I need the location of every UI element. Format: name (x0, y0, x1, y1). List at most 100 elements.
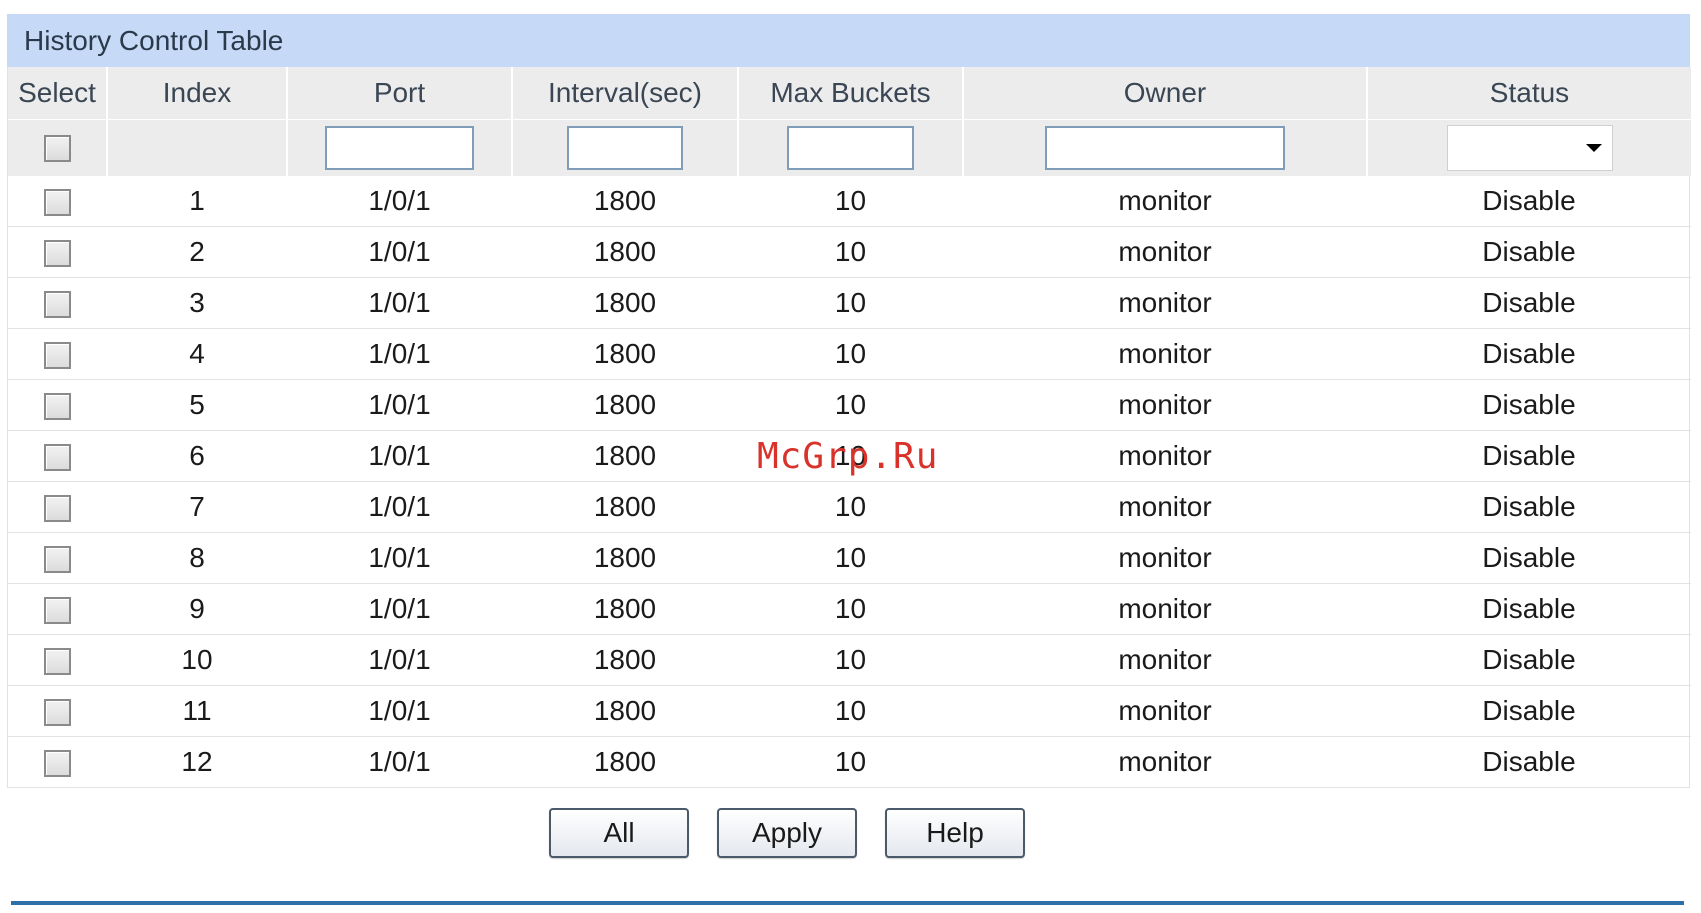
history-control-table: Select Index Port Interval(sec) Max Buck… (8, 67, 1691, 787)
row-select-cell (8, 430, 107, 482)
table-row: 12 1/0/1 1800 10 monitor Disable (8, 737, 1691, 788)
row-port: 1/0/1 (287, 583, 512, 635)
row-owner: monitor (963, 481, 1367, 533)
table-row: 3 1/0/1 1800 10 monitor Disable (8, 277, 1691, 329)
status-select[interactable] (1446, 125, 1613, 171)
row-select-cell (8, 685, 107, 737)
column-header-index: Index (107, 67, 288, 120)
row-interval: 1800 (512, 328, 738, 380)
row-checkbox[interactable] (44, 597, 71, 625)
row-checkbox[interactable] (44, 189, 71, 217)
row-checkbox[interactable] (44, 291, 71, 319)
port-input[interactable] (325, 126, 474, 170)
row-port: 1/0/1 (368, 746, 431, 777)
row-select-cell (8, 737, 107, 788)
row-owner: monitor (963, 379, 1367, 431)
status-filter-cell (1367, 119, 1691, 176)
row-checkbox[interactable] (44, 648, 71, 676)
table-row: 7 1/0/1 1800 10 monitor Disable (8, 481, 1691, 533)
row-select-cell (8, 481, 107, 533)
table-row: 10 1/0/1 1800 10 monitor Disable (8, 634, 1691, 686)
row-max-buckets: 10 (738, 226, 963, 278)
row-index: 3 (107, 277, 287, 329)
row-index: 7 (107, 481, 287, 533)
row-owner: monitor (963, 277, 1367, 329)
row-interval: 1800 (512, 379, 738, 431)
row-max-buckets: 10 (738, 532, 963, 584)
row-port: 1/0/1 (287, 277, 512, 329)
row-index: 8 (107, 532, 287, 584)
index-filter-cell (107, 119, 288, 176)
column-header-max-buckets: Max Buckets (738, 67, 964, 120)
chevron-down-icon (1585, 144, 1602, 152)
filter-row (8, 119, 1691, 176)
row-select-cell (8, 634, 107, 686)
row-interval: 1800 (512, 430, 738, 482)
row-select-cell (8, 583, 107, 635)
row-interval: 1800 (512, 532, 738, 584)
row-checkbox[interactable] (44, 240, 71, 268)
max-buckets-input[interactable] (787, 126, 914, 170)
row-owner: monitor (963, 226, 1367, 278)
row-port: 1/0/1 (287, 176, 512, 227)
row-owner: monitor (963, 328, 1367, 380)
row-index: 6 (107, 430, 287, 482)
owner-input[interactable] (1045, 126, 1285, 170)
table-row: 4 1/0/1 1800 10 monitor Disable (8, 328, 1691, 380)
row-status: Disable (1367, 583, 1691, 635)
row-checkbox[interactable] (44, 393, 71, 421)
owner-filter-cell (963, 119, 1368, 176)
port-filter-cell (287, 119, 513, 176)
row-checkbox[interactable] (44, 546, 71, 574)
row-select-cell (8, 379, 107, 431)
interval-filter-cell (512, 119, 739, 176)
row-interval: 1800 (512, 481, 738, 533)
row-index: 10 (107, 634, 287, 686)
all-button[interactable]: All (549, 808, 689, 858)
row-select-cell (8, 176, 107, 227)
interval-input[interactable] (567, 126, 683, 170)
column-header-port: Port (287, 67, 513, 120)
row-max-buckets: 10 (738, 685, 963, 737)
row-checkbox[interactable] (44, 342, 71, 370)
select-all-checkbox[interactable] (43, 134, 71, 162)
row-port: 1/0/1 (287, 379, 512, 431)
row-max-buckets: 10 (834, 746, 867, 777)
row-max-buckets: 10 (738, 430, 963, 482)
row-index: 2 (107, 226, 287, 278)
row-status: Disable (1367, 430, 1691, 482)
table-row: 1 1/0/1 1800 10 monitor Disable (8, 176, 1691, 227)
row-status: Disable (1367, 685, 1691, 737)
table-row: 11 1/0/1 1800 10 monitor Disable (8, 685, 1691, 737)
row-max-buckets: 10 (738, 176, 963, 227)
row-status: Disable (1482, 746, 1576, 777)
row-select-cell (8, 532, 107, 584)
row-checkbox[interactable] (44, 444, 71, 472)
row-checkbox[interactable] (44, 495, 71, 523)
row-checkbox[interactable] (44, 699, 71, 727)
row-owner: monitor (963, 685, 1367, 737)
row-interval: 1800 (512, 226, 738, 278)
row-status: Disable (1367, 328, 1691, 380)
row-status: Disable (1367, 176, 1691, 227)
table-title: History Control Table (7, 14, 1690, 67)
row-port: 1/0/1 (287, 328, 512, 380)
row-max-buckets: 10 (738, 583, 963, 635)
row-index: 1 (107, 176, 287, 227)
column-header-status: Status (1367, 67, 1691, 120)
table-row: 5 1/0/1 1800 10 monitor Disable (8, 379, 1691, 431)
row-owner: monitor (963, 634, 1367, 686)
row-max-buckets: 10 (738, 277, 963, 329)
row-status: Disable (1367, 379, 1691, 431)
apply-button[interactable]: Apply (717, 808, 857, 858)
help-button[interactable]: Help (885, 808, 1025, 858)
row-index: 4 (107, 328, 287, 380)
row-port: 1/0/1 (287, 430, 512, 482)
row-checkbox[interactable] (44, 750, 71, 778)
row-port: 1/0/1 (287, 634, 512, 686)
row-max-buckets: 10 (738, 481, 963, 533)
table-row: 8 1/0/1 1800 10 monitor Disable (8, 532, 1691, 584)
column-header-owner: Owner (963, 67, 1368, 120)
table-row: 6 1/0/1 1800 10 monitor Disable (8, 430, 1691, 482)
history-control-panel: History Control Table Select Index Port … (7, 14, 1691, 788)
